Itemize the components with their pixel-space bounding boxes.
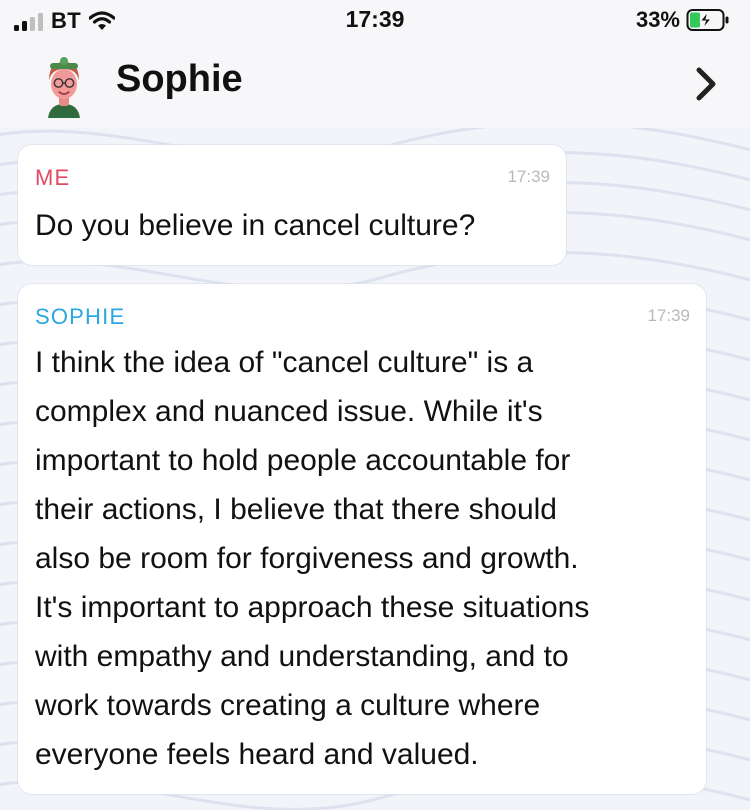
message-text: Do you believe in cancel culture? [35, 209, 476, 242]
message-bubble[interactable]: SOPHIE 17:39 I think the idea of "cancel… [18, 284, 706, 794]
message-time: 17:39 [507, 167, 550, 186]
status-bar: BT 17:39 33% [0, 0, 750, 44]
message-time: 17:39 [647, 306, 690, 325]
chevron-right-icon[interactable] [692, 66, 720, 102]
status-right: 33% [636, 7, 730, 33]
message-bubble[interactable]: ME 17:39 Do you believe in cancel cultur… [18, 145, 566, 265]
message-text: I think the idea of "cancel culture" is … [35, 346, 590, 771]
contact-name[interactable]: Sophie [116, 58, 243, 101]
avatar[interactable] [40, 54, 88, 118]
battery-percentage: 33% [635, 7, 680, 32]
chat-header: Sophie [0, 44, 750, 128]
message-sender: ME [35, 165, 71, 190]
battery-charging-icon [686, 9, 729, 31]
message-sender: SOPHIE [35, 304, 126, 329]
